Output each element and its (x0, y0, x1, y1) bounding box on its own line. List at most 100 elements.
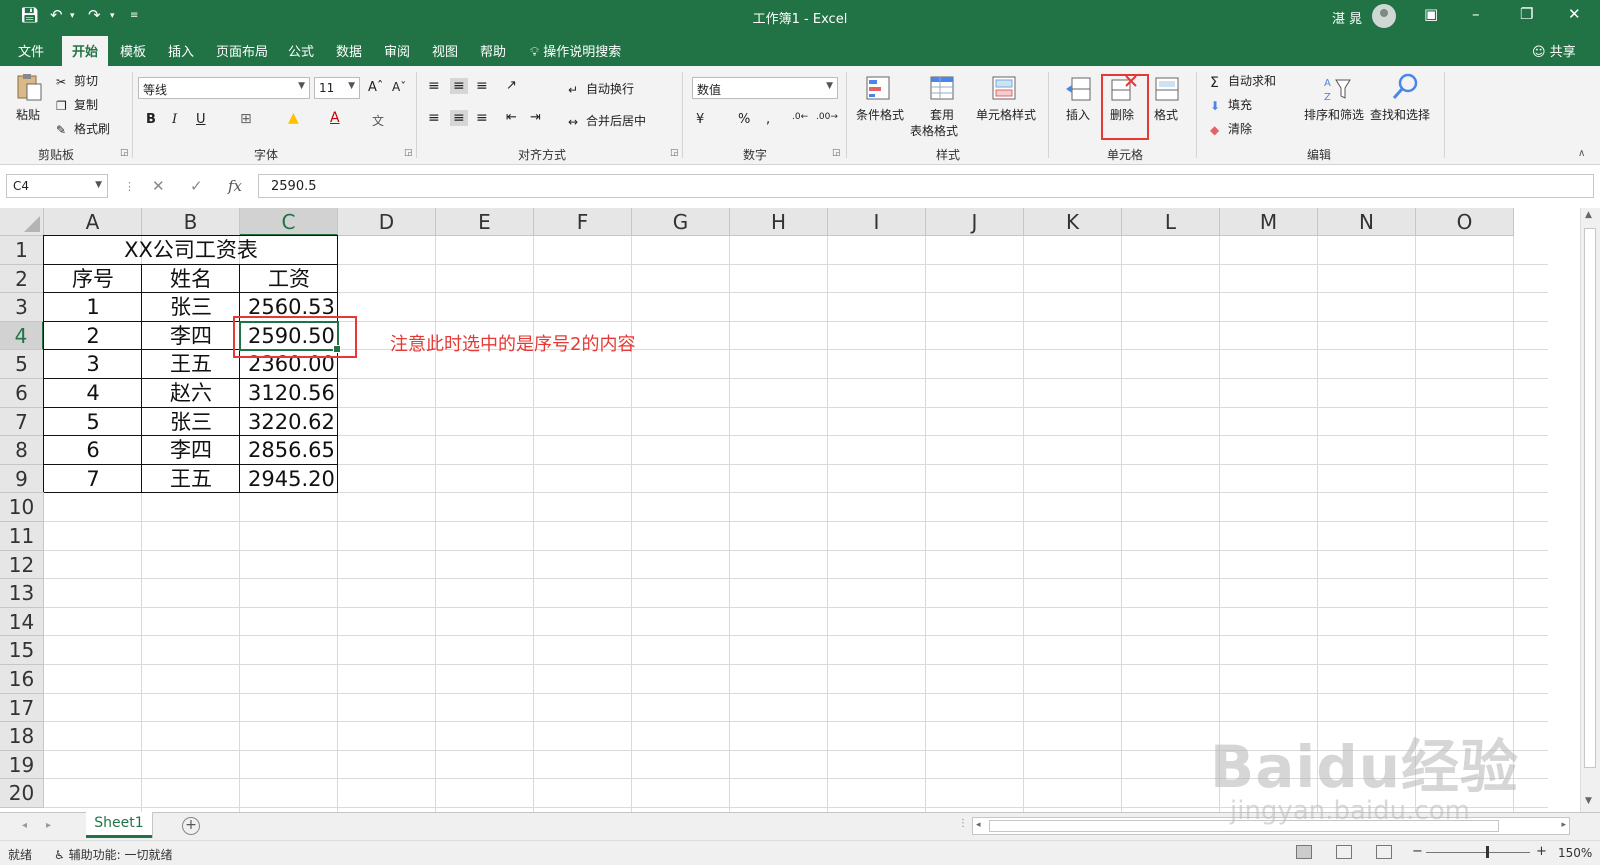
table-cell[interactable]: 2 (44, 322, 142, 351)
scroll-up-icon[interactable]: ▲ (1585, 210, 1592, 220)
insert-function-icon[interactable]: fx (228, 177, 242, 195)
row-header-17[interactable]: 17 (0, 693, 44, 723)
tab-home[interactable]: 开始 (62, 36, 109, 66)
column-header-k[interactable]: K (1024, 208, 1122, 236)
enter-icon[interactable]: ✓ (190, 177, 203, 195)
row-header-16[interactable]: 16 (0, 665, 44, 694)
page-break-view-icon[interactable] (1376, 845, 1392, 859)
table-cell[interactable]: 王五 (142, 465, 240, 494)
row-header-20[interactable]: 20 (0, 779, 44, 808)
splitter-icon[interactable]: ⋮ (958, 818, 968, 829)
row-header-1[interactable]: 1 (0, 236, 44, 265)
orientation-icon[interactable]: ↗ (506, 78, 517, 93)
row-header-8[interactable]: 8 (0, 436, 44, 465)
table-cell[interactable]: 4 (44, 379, 142, 408)
minimize-icon[interactable]: – (1472, 5, 1480, 23)
font-color-icon[interactable]: A (330, 110, 340, 126)
column-header-i[interactable]: I (828, 208, 926, 236)
prev-sheet-icon[interactable]: ◂ (22, 820, 27, 831)
normal-view-icon[interactable] (1296, 845, 1312, 859)
italic-icon[interactable]: I (172, 112, 177, 127)
row-header-11[interactable]: 11 (0, 522, 44, 551)
cell-styles-icon[interactable] (990, 74, 1020, 104)
cancel-icon[interactable]: ✕ (152, 177, 165, 195)
row-header-2[interactable]: 2 (0, 264, 44, 294)
tab-review[interactable]: 审阅 (384, 41, 410, 60)
number-format-select[interactable]: 数值 ▼ (692, 77, 838, 99)
insert-cells-button[interactable]: 插入 (1066, 106, 1090, 123)
collapse-ribbon-icon[interactable]: ∧ (1578, 148, 1585, 159)
autosum-button[interactable]: Σ 自动求和 (1210, 72, 1276, 91)
number-launcher-icon[interactable]: ◲ (832, 148, 841, 158)
format-cells-button[interactable]: 格式 (1154, 106, 1178, 123)
column-header-g[interactable]: G (632, 208, 730, 236)
tab-data[interactable]: 数据 (336, 41, 362, 60)
column-header-a[interactable]: A (44, 208, 142, 236)
alignment-launcher-icon[interactable]: ◲ (670, 148, 679, 158)
table-title-cell[interactable]: XX公司工资表 (44, 236, 338, 265)
table-header-cell[interactable]: 姓名 (142, 265, 240, 294)
align-left-icon[interactable]: ≡ (428, 110, 440, 126)
column-header-j[interactable]: J (926, 208, 1024, 236)
avatar[interactable] (1372, 4, 1396, 28)
scroll-left-icon[interactable]: ◂ (976, 820, 981, 830)
clipboard-launcher-icon[interactable]: ◲ (120, 148, 129, 158)
table-cell[interactable]: 3120.56 (240, 379, 338, 408)
column-header-d[interactable]: D (338, 208, 436, 236)
restore-icon[interactable]: ❐ (1520, 5, 1533, 23)
row-header-12[interactable]: 12 (0, 550, 44, 580)
row-header-9[interactable]: 9 (0, 464, 44, 494)
table-cell[interactable]: 王五 (142, 350, 240, 379)
scroll-down-icon[interactable]: ▼ (1585, 796, 1592, 806)
format-painter-button[interactable]: ✎ 格式刷 (56, 120, 110, 137)
tab-insert[interactable]: 插入 (168, 41, 194, 60)
tab-help[interactable]: 帮助 (480, 41, 506, 60)
table-cell[interactable]: 赵六 (142, 379, 240, 408)
column-header-m[interactable]: M (1220, 208, 1318, 236)
find-select-button[interactable]: 查找和选择 (1370, 106, 1430, 123)
column-header-f[interactable]: F (534, 208, 632, 236)
find-select-icon[interactable] (1390, 72, 1420, 102)
zoom-slider-thumb[interactable] (1486, 846, 1489, 858)
column-header-e[interactable]: E (436, 208, 534, 236)
sort-filter-button[interactable]: 排序和筛选 (1304, 106, 1364, 123)
next-sheet-icon[interactable]: ▸ (46, 820, 51, 831)
table-cell[interactable]: 5 (44, 408, 142, 437)
conditional-format-icon[interactable] (864, 74, 894, 104)
zoom-level[interactable]: 150% (1558, 846, 1592, 860)
column-header-h[interactable]: H (730, 208, 828, 236)
font-name-select[interactable]: 等线 ▼ (138, 77, 310, 99)
increase-font-icon[interactable]: Aˆ (368, 80, 383, 95)
column-header-b[interactable]: B (142, 208, 240, 236)
row-header-13[interactable]: 13 (0, 579, 44, 608)
column-header-n[interactable]: N (1318, 208, 1416, 236)
tell-me-search[interactable]: 💡︎ 操作说明搜索 (530, 41, 621, 60)
column-header-l[interactable]: L (1122, 208, 1220, 236)
zoom-out-icon[interactable]: − (1412, 844, 1423, 859)
scroll-right-icon[interactable]: ▸ (1561, 820, 1566, 830)
row-header-19[interactable]: 19 (0, 750, 44, 780)
tab-formulas[interactable]: 公式 (288, 41, 314, 60)
accessibility-status[interactable]: ♿︎ 辅助功能: 一切就绪 (54, 846, 172, 863)
align-bottom-icon[interactable]: ≡ (476, 78, 488, 94)
table-header-cell[interactable]: 工资 (240, 265, 338, 294)
sheet-tab-sheet1[interactable]: Sheet1 (86, 812, 152, 838)
tab-view[interactable]: 视图 (432, 41, 458, 60)
font-size-select[interactable]: 11 ▼ (314, 77, 360, 99)
underline-icon[interactable]: U (196, 112, 206, 127)
percent-icon[interactable]: % (738, 112, 750, 127)
cut-button[interactable]: ✂ 剪切 (56, 72, 98, 89)
border-icon[interactable]: ⊞ (240, 111, 252, 127)
increase-indent-icon[interactable]: ⇥ (530, 110, 541, 125)
decrease-decimal-icon[interactable]: .00→ (816, 112, 838, 122)
table-cell[interactable]: 张三 (142, 408, 240, 437)
table-cell[interactable]: 张三 (142, 293, 240, 322)
decrease-indent-icon[interactable]: ⇤ (506, 110, 517, 125)
font-launcher-icon[interactable]: ◲ (404, 148, 413, 158)
wrap-text-button[interactable]: ↵ 自动换行 (568, 80, 634, 97)
table-cell[interactable]: 3220.62 (240, 408, 338, 437)
share-button[interactable]: ☺ 共享 (1532, 41, 1576, 60)
row-header-10[interactable]: 10 (0, 493, 44, 522)
select-all-corner[interactable] (0, 208, 44, 236)
tab-file[interactable]: 文件 (18, 41, 44, 60)
